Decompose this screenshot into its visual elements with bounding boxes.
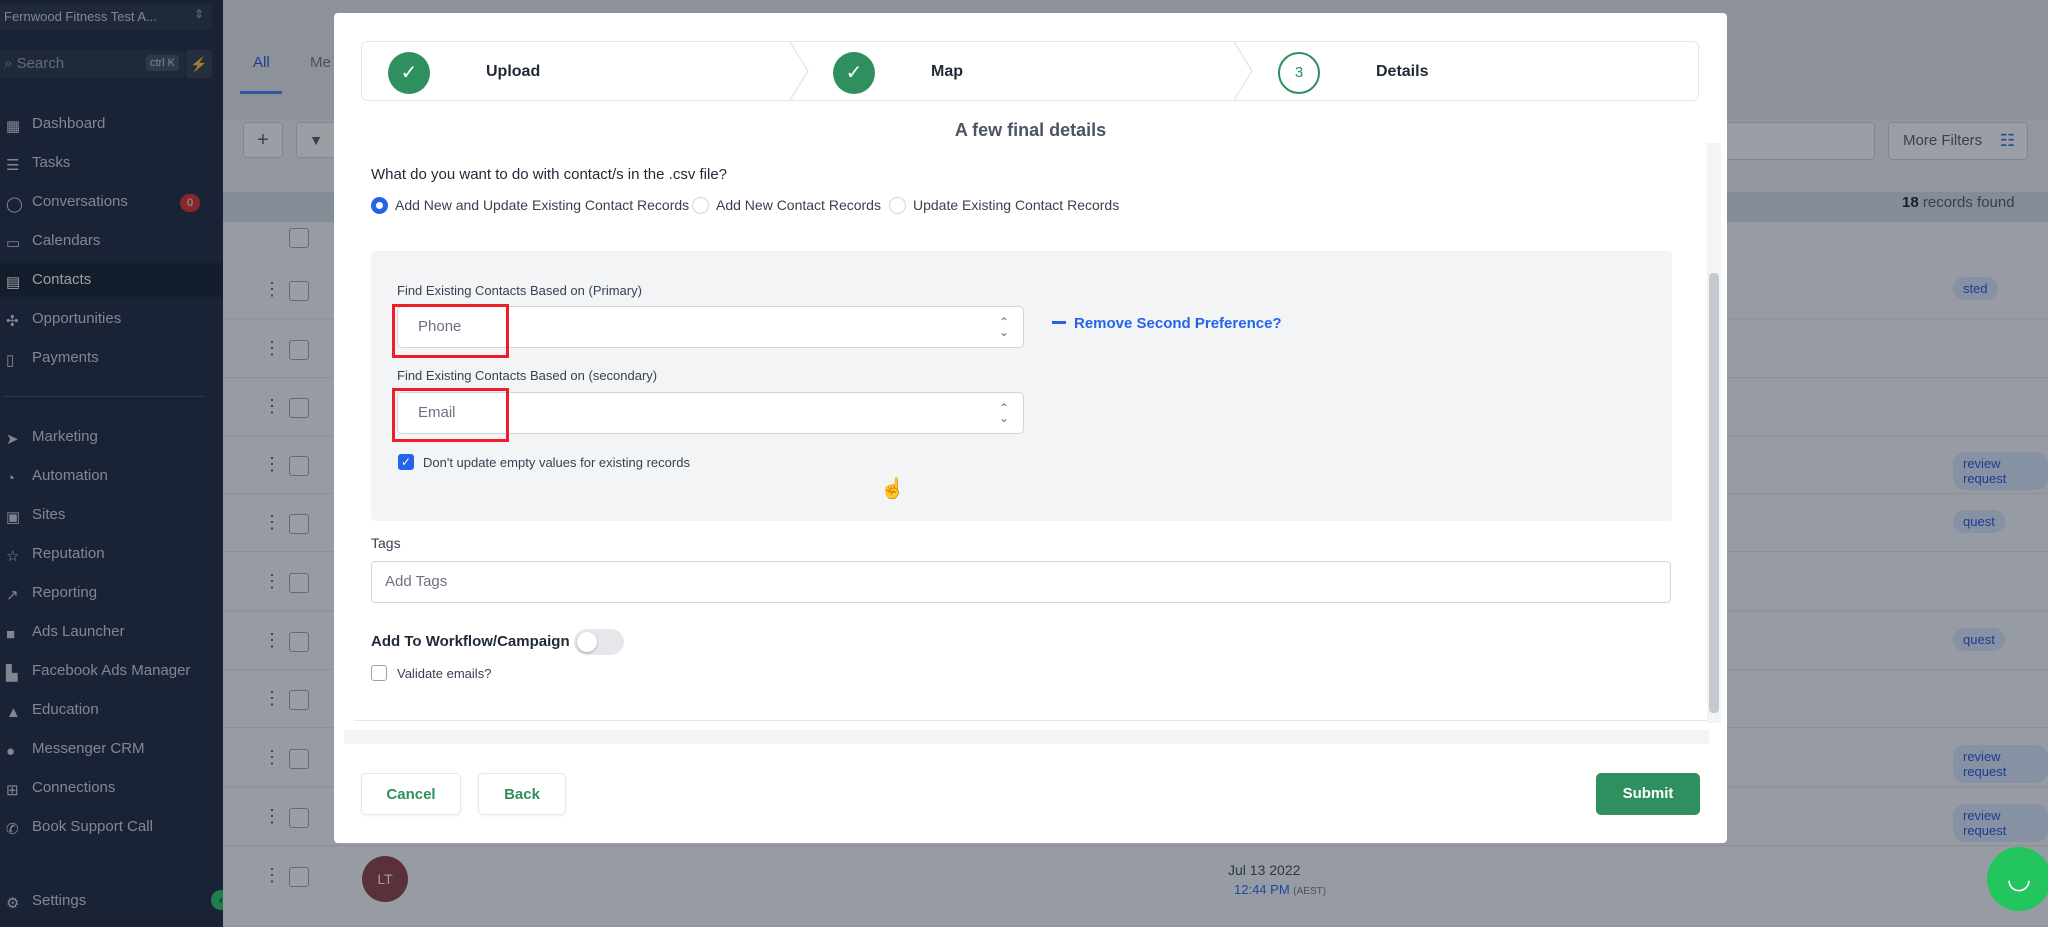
step-map: Map <box>931 63 963 80</box>
remove-pref-label: Remove Second Preference? <box>1074 315 1282 332</box>
radio-label: Update Existing Contact Records <box>913 197 1120 213</box>
vertical-scrollbar[interactable] <box>1707 143 1721 723</box>
step-separator <box>1234 42 1253 100</box>
modal-title: A few final details <box>954 120 1107 140</box>
radio-add-new[interactable]: Add New Contact Records <box>692 197 881 214</box>
check-icon: ✓ <box>833 52 875 94</box>
import-stepper: ✓ Upload ✓ Map 3 Details <box>361 41 1699 101</box>
radio-selected-icon <box>371 197 388 214</box>
radio-label: Add New Contact Records <box>716 197 881 213</box>
radio-label: Add New and Update Existing Contact Reco… <box>395 197 690 213</box>
toggle-knob <box>577 632 597 652</box>
back-button[interactable]: Back <box>478 773 566 815</box>
chevron-updown-icon: ⌃ ⌄ <box>998 401 1009 425</box>
step-number: 3 <box>1278 52 1320 94</box>
step-upload: Upload <box>486 63 541 80</box>
check-icon: ✓ <box>388 52 430 94</box>
workflow-toggle[interactable] <box>574 629 624 655</box>
tags-label: Tags <box>371 535 401 551</box>
radio-add-and-update[interactable]: Add New and Update Existing Contact Reco… <box>371 197 689 214</box>
radio-update-existing[interactable]: Update Existing Contact Records <box>889 197 1119 214</box>
remove-second-preference-link[interactable]: Remove Second Preference? <box>1052 315 1282 332</box>
workflow-label: Add To Workflow/Campaign <box>371 633 570 650</box>
horizontal-scrollbar[interactable] <box>344 730 1709 744</box>
contact-action-question: What do you want to do with contact/s in… <box>371 166 728 183</box>
mouse-pointer-icon: ☝ <box>880 478 905 500</box>
radio-unselected-icon <box>692 197 709 214</box>
step-details: Details <box>1376 63 1429 80</box>
highlight-annotation <box>392 304 509 358</box>
step-separator <box>790 42 809 100</box>
chat-widget-icon[interactable]: ◡ <box>1987 847 2048 911</box>
validate-emails-label: Validate emails? <box>397 666 492 681</box>
minus-icon <box>1052 321 1066 324</box>
radio-unselected-icon <box>889 197 906 214</box>
chevron-updown-icon: ⌃ ⌄ <box>998 315 1009 339</box>
highlight-annotation <box>392 388 509 442</box>
primary-field-label: Find Existing Contacts Based on (Primary… <box>397 283 642 298</box>
import-details-modal: ✓ Upload ✓ Map 3 Details A few final det… <box>334 13 1727 843</box>
submit-button[interactable]: Submit <box>1596 773 1700 815</box>
secondary-field-label: Find Existing Contacts Based on (seconda… <box>397 368 658 383</box>
dont-update-empty-checkbox[interactable]: ✓ <box>398 454 414 470</box>
cancel-button[interactable]: Cancel <box>361 773 461 815</box>
scrollbar-thumb[interactable] <box>1709 273 1719 713</box>
validate-emails-checkbox[interactable] <box>371 665 387 681</box>
dont-update-empty-label: Don't update empty values for existing r… <box>423 455 690 470</box>
tags-input[interactable]: Add Tags <box>371 561 1671 603</box>
